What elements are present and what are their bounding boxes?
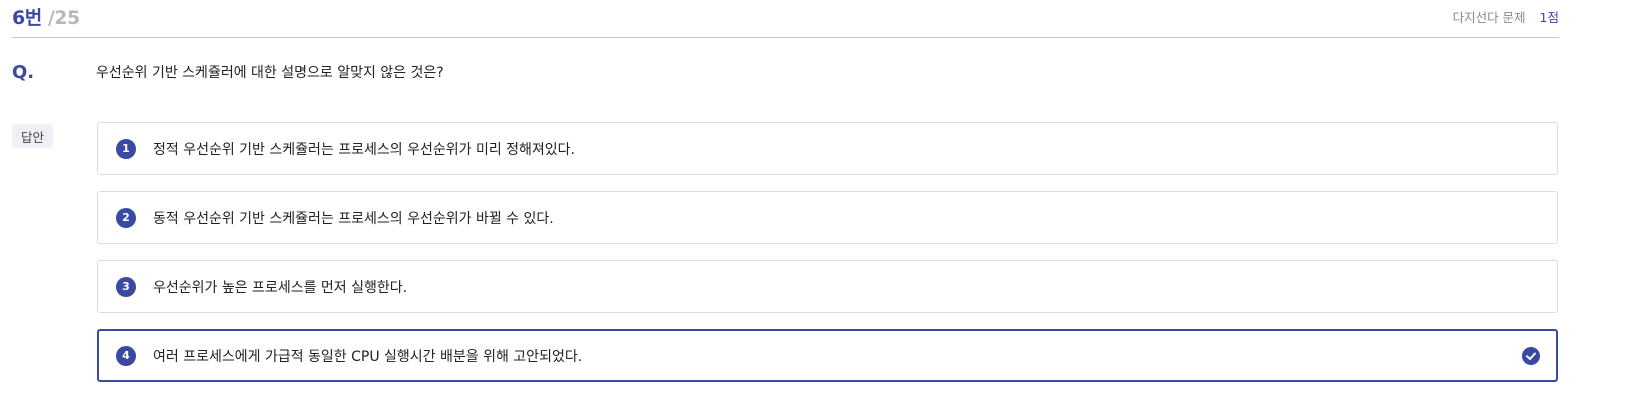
option-4[interactable]: 4 여러 프로세스에게 가급적 동일한 CPU 실행시간 배분을 위해 고안되었… xyxy=(97,329,1558,382)
option-text: 동적 우선순위 기반 스케쥴러는 프로세스의 우선순위가 바뀔 수 있다. xyxy=(153,210,554,227)
current-question: 6번 xyxy=(12,7,42,29)
question-text: 우선순위 기반 스케쥴러에 대한 설명으로 알맞지 않은 것은? xyxy=(96,65,444,81)
question-header: 6번 /25 다지선다 문제 1점 xyxy=(12,0,1559,38)
quiz-page: 6번 /25 다지선다 문제 1점 Q. 우선순위 기반 스케쥴러에 대한 설명… xyxy=(0,0,1639,414)
option-text: 여러 프로세스에게 가급적 동일한 CPU 실행시간 배분을 위해 고안되었다. xyxy=(153,348,583,365)
option-number-badge: 3 xyxy=(116,276,136,297)
option-number-badge: 1 xyxy=(116,138,136,159)
question-score: 1점 xyxy=(1539,10,1559,25)
total-questions: /25 xyxy=(47,7,80,29)
question-number: 6번 /25 xyxy=(12,3,80,30)
option-2[interactable]: 2 동적 우선순위 기반 스케쥴러는 프로세스의 우선순위가 바뀔 수 있다. xyxy=(97,191,1558,244)
option-number-badge: 4 xyxy=(116,345,136,366)
check-circle-icon xyxy=(1522,346,1540,365)
option-text: 우선순위가 높은 프로세스를 먼저 실행한다. xyxy=(153,279,408,296)
option-3[interactable]: 3 우선순위가 높은 프로세스를 먼저 실행한다. xyxy=(97,260,1558,313)
option-1[interactable]: 1 정적 우선순위 기반 스케쥴러는 프로세스의 우선순위가 미리 정해져있다. xyxy=(97,122,1558,175)
answer-tag: 답안 xyxy=(12,124,53,148)
question-type: 다지선다 문제 xyxy=(1452,10,1526,25)
question-label: Q. xyxy=(12,62,35,83)
option-text: 정적 우선순위 기반 스케쥴러는 프로세스의 우선순위가 미리 정해져있다. xyxy=(153,141,575,158)
question-meta: 다지선다 문제 1점 xyxy=(1453,7,1559,26)
option-number-badge: 2 xyxy=(116,207,136,228)
